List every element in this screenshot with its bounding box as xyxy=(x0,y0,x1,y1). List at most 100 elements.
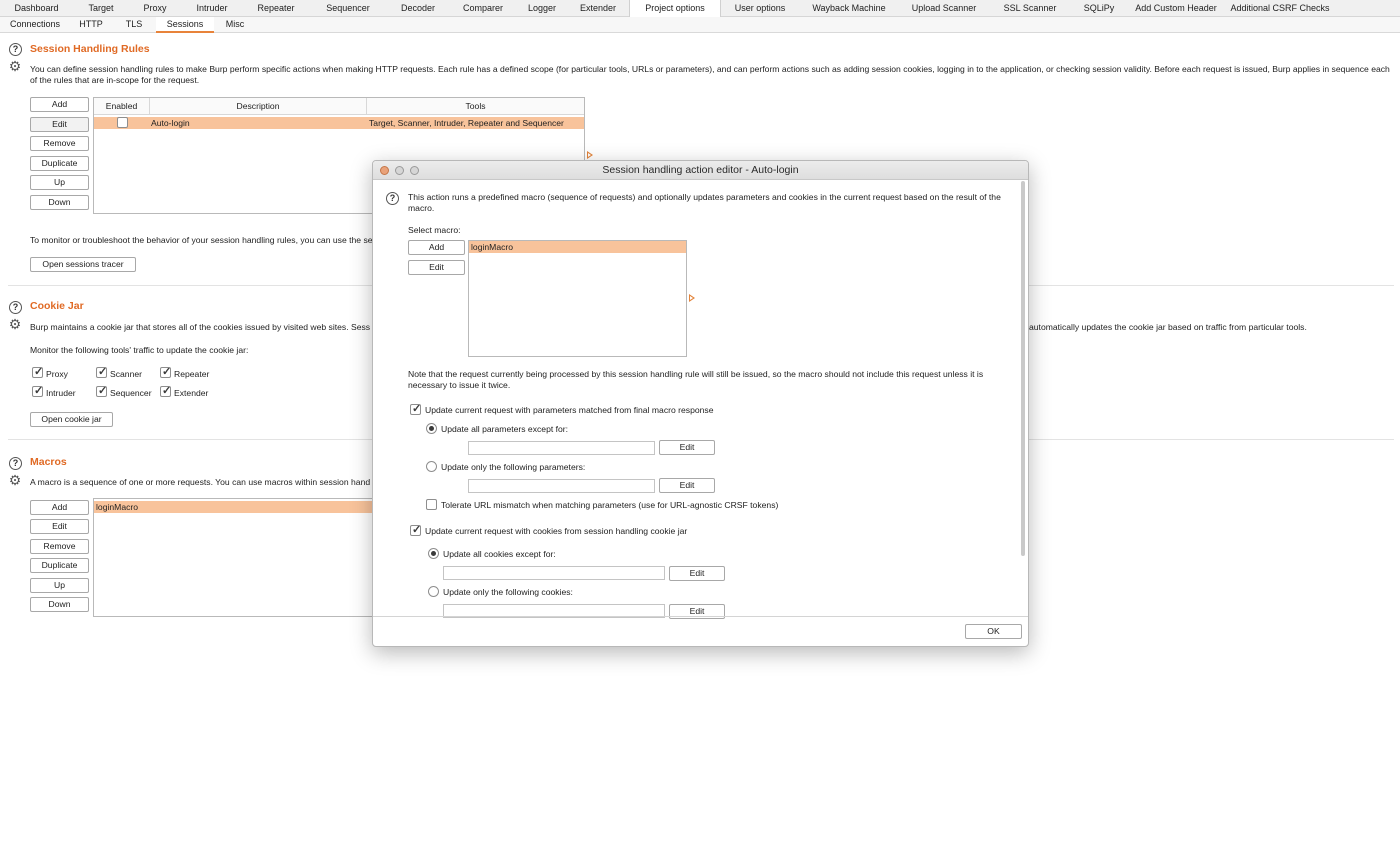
rule-add-button[interactable]: Add xyxy=(30,97,89,112)
update-params-checkbox[interactable] xyxy=(410,402,421,415)
update-cookies-checkbox[interactable] xyxy=(410,523,421,536)
subtab-connections[interactable]: Connections xyxy=(0,17,70,33)
help-icon[interactable]: ? xyxy=(9,43,22,56)
sequencer-label: Sequencer xyxy=(110,388,152,398)
macro-name: loginMacro xyxy=(96,502,139,512)
dialog-macro-add-button[interactable]: Add xyxy=(408,240,465,255)
tab-sequencer[interactable]: Sequencer xyxy=(309,0,387,17)
cookie-jar-description-cont: automatically updates the cookie jar bas… xyxy=(1029,322,1307,332)
open-cookie-jar-button[interactable]: Open cookie jar xyxy=(30,412,113,427)
dialog-title: Session handling action editor - Auto-lo… xyxy=(602,164,799,176)
expand-arrow-icon[interactable] xyxy=(587,151,593,159)
sub-tab-bar: Connections HTTP TLS Sessions Misc xyxy=(0,17,1400,33)
cookie-jar-description: Burp maintains a cookie jar that stores … xyxy=(30,322,371,332)
repeater-label: Repeater xyxy=(174,369,210,379)
tab-proxy[interactable]: Proxy xyxy=(129,0,181,17)
session-action-editor-dialog: Session handling action editor - Auto-lo… xyxy=(372,160,1029,647)
rule-description-cell: Auto-login xyxy=(151,118,190,128)
rule-tools-cell: Target, Scanner, Intruder, Repeater and … xyxy=(369,118,564,128)
cookies-only-radio[interactable] xyxy=(428,586,439,597)
tab-user-options[interactable]: User options xyxy=(721,0,799,17)
gear-icon[interactable]: ⚙ xyxy=(8,59,22,74)
dialog-macro-edit-button[interactable]: Edit xyxy=(408,260,465,275)
gear-icon[interactable]: ⚙ xyxy=(8,473,22,488)
proxy-checkbox[interactable] xyxy=(32,365,43,378)
params-all-except-radio[interactable] xyxy=(426,423,437,434)
help-icon[interactable]: ? xyxy=(9,301,22,314)
dialog-intro: This action runs a predefined macro (seq… xyxy=(408,192,1001,213)
open-sessions-tracer-button[interactable]: Open sessions tracer xyxy=(30,257,136,272)
dialog-macro-name: loginMacro xyxy=(471,242,514,252)
rule-duplicate-button[interactable]: Duplicate xyxy=(30,156,89,171)
tab-target[interactable]: Target xyxy=(73,0,129,17)
rule-enabled-checkbox[interactable] xyxy=(117,117,128,128)
tab-wayback-machine[interactable]: Wayback Machine xyxy=(799,0,899,17)
cookies-except-field[interactable] xyxy=(443,566,665,580)
rule-edit-button[interactable]: Edit xyxy=(30,117,89,132)
extender-checkbox[interactable] xyxy=(160,384,171,397)
rule-down-button[interactable]: Down xyxy=(30,195,89,210)
ok-button[interactable]: OK xyxy=(965,624,1022,639)
tab-dashboard[interactable]: Dashboard xyxy=(0,0,73,17)
macro-up-button[interactable]: Up xyxy=(30,578,89,593)
params-only-field[interactable] xyxy=(468,479,655,493)
rule-remove-button[interactable]: Remove xyxy=(30,136,89,151)
subtab-misc[interactable]: Misc xyxy=(214,17,256,33)
params-only-label: Update only the following parameters: xyxy=(441,462,586,472)
tab-upload-scanner[interactable]: Upload Scanner xyxy=(899,0,989,17)
column-header-description[interactable]: Description xyxy=(150,98,367,115)
tolerate-url-checkbox[interactable] xyxy=(426,499,437,510)
tab-repeater[interactable]: Repeater xyxy=(243,0,309,17)
params-only-radio[interactable] xyxy=(426,461,437,472)
subtab-http[interactable]: HTTP xyxy=(70,17,112,33)
tab-decoder[interactable]: Decoder xyxy=(387,0,449,17)
subtab-sessions[interactable]: Sessions xyxy=(156,17,214,33)
cookie-jar-title: Cookie Jar xyxy=(30,300,84,312)
tab-logger[interactable]: Logger xyxy=(517,0,567,17)
tab-ssl-scanner[interactable]: SSL Scanner xyxy=(989,0,1071,17)
help-icon[interactable]: ? xyxy=(9,457,22,470)
update-params-label: Update current request with parameters m… xyxy=(425,405,714,415)
macro-add-button[interactable]: Add xyxy=(30,500,89,515)
macro-edit-button[interactable]: Edit xyxy=(30,519,89,534)
column-header-tools[interactable]: Tools xyxy=(367,98,584,115)
intruder-checkbox[interactable] xyxy=(32,384,43,397)
params-except-field[interactable] xyxy=(468,441,655,455)
gear-icon[interactable]: ⚙ xyxy=(8,317,22,332)
tab-project-options[interactable]: Project options xyxy=(629,0,721,17)
intruder-label: Intruder xyxy=(46,388,76,398)
macros-title: Macros xyxy=(30,456,67,468)
select-macro-label: Select macro: xyxy=(408,225,461,235)
dialog-title-bar[interactable]: Session handling action editor - Auto-lo… xyxy=(373,161,1028,180)
session-rules-description: You can define session handling rules to… xyxy=(30,64,1390,85)
expand-arrow-icon[interactable] xyxy=(689,294,695,302)
subtab-tls[interactable]: TLS xyxy=(112,17,156,33)
dialog-scrollbar[interactable] xyxy=(1021,181,1025,556)
tab-sqlipy[interactable]: SQLiPy xyxy=(1071,0,1127,17)
macro-down-button[interactable]: Down xyxy=(30,597,89,612)
params-except-edit-button[interactable]: Edit xyxy=(659,440,715,455)
dialog-footer-divider xyxy=(373,616,1028,617)
macro-duplicate-button[interactable]: Duplicate xyxy=(30,558,89,573)
rule-up-button[interactable]: Up xyxy=(30,175,89,190)
dialog-macro-list[interactable]: loginMacro xyxy=(468,240,687,357)
sequencer-checkbox[interactable] xyxy=(96,384,107,397)
cookies-all-except-radio[interactable] xyxy=(428,548,439,559)
tab-comparer[interactable]: Comparer xyxy=(449,0,517,17)
tab-add-custom-header[interactable]: Add Custom Header xyxy=(1127,0,1225,17)
help-icon[interactable]: ? xyxy=(386,192,399,205)
cookies-except-edit-button[interactable]: Edit xyxy=(669,566,725,581)
scanner-checkbox[interactable] xyxy=(96,365,107,378)
extender-label: Extender xyxy=(174,388,209,398)
macros-list[interactable]: loginMacro xyxy=(93,498,383,617)
tab-extender[interactable]: Extender xyxy=(567,0,629,17)
cookie-jar-monitor-label: Monitor the following tools' traffic to … xyxy=(30,345,249,355)
column-header-enabled[interactable]: Enabled xyxy=(94,98,150,115)
scanner-label: Scanner xyxy=(110,369,143,379)
tab-additional-csrf-checks[interactable]: Additional CSRF Checks xyxy=(1225,0,1335,17)
update-cookies-label: Update current request with cookies from… xyxy=(425,526,688,536)
macro-remove-button[interactable]: Remove xyxy=(30,539,89,554)
tab-intruder[interactable]: Intruder xyxy=(181,0,243,17)
params-only-edit-button[interactable]: Edit xyxy=(659,478,715,493)
repeater-checkbox[interactable] xyxy=(160,365,171,378)
